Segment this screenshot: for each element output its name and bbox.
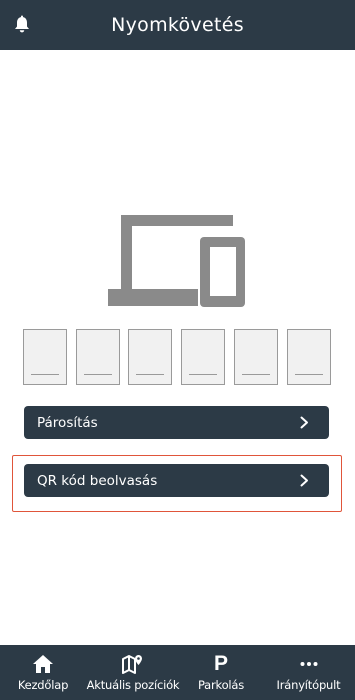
bottom-nav: Kezdőlap Aktuális pozíciók P Parkolás Ir… — [0, 645, 355, 700]
qr-scan-button-label: QR kód beolvasás — [37, 472, 158, 489]
nav-item-dashboard[interactable]: Irányítópult — [262, 645, 355, 700]
pair-button-label: Párosítás — [37, 414, 98, 431]
nav-label-home: Kezdőlap — [17, 678, 69, 692]
nav-label-dashboard: Irányítópult — [276, 678, 341, 692]
app-header: Nyomkövetés — [0, 0, 355, 50]
nav-item-home[interactable]: Kezdőlap — [0, 645, 86, 700]
chevron-right-icon — [300, 416, 308, 429]
nav-label-positions: Aktuális pozíciók — [86, 678, 180, 692]
digit-underline — [84, 374, 112, 375]
bell-icon[interactable] — [12, 15, 32, 35]
code-digit-5[interactable] — [234, 329, 278, 385]
devices-icon — [108, 215, 245, 307]
nav-label-parking: Parkolás — [197, 678, 245, 692]
code-digit-6[interactable] — [287, 329, 331, 385]
pair-button[interactable]: Párosítás — [24, 406, 329, 439]
nav-item-positions[interactable]: Aktuális pozíciók — [86, 645, 180, 700]
qr-scan-button[interactable]: QR kód beolvasás — [24, 464, 329, 497]
code-digit-1[interactable] — [23, 329, 67, 385]
more-dots-icon — [300, 662, 317, 666]
digit-underline — [295, 374, 323, 375]
parking-icon: P — [213, 652, 228, 675]
chevron-right-icon — [300, 474, 308, 487]
digit-underline — [31, 374, 59, 375]
digit-underline — [136, 374, 164, 375]
digit-underline — [189, 374, 217, 375]
code-digit-4[interactable] — [181, 329, 225, 385]
home-icon — [33, 655, 53, 673]
code-digit-3[interactable] — [128, 329, 172, 385]
pairing-code-input — [23, 329, 333, 386]
page-title: Nyomkövetés — [111, 14, 244, 36]
digit-underline — [242, 374, 270, 375]
nav-item-parking[interactable]: P Parkolás — [180, 645, 262, 700]
code-digit-2[interactable] — [76, 329, 120, 385]
map-pin-icon — [122, 655, 142, 674]
